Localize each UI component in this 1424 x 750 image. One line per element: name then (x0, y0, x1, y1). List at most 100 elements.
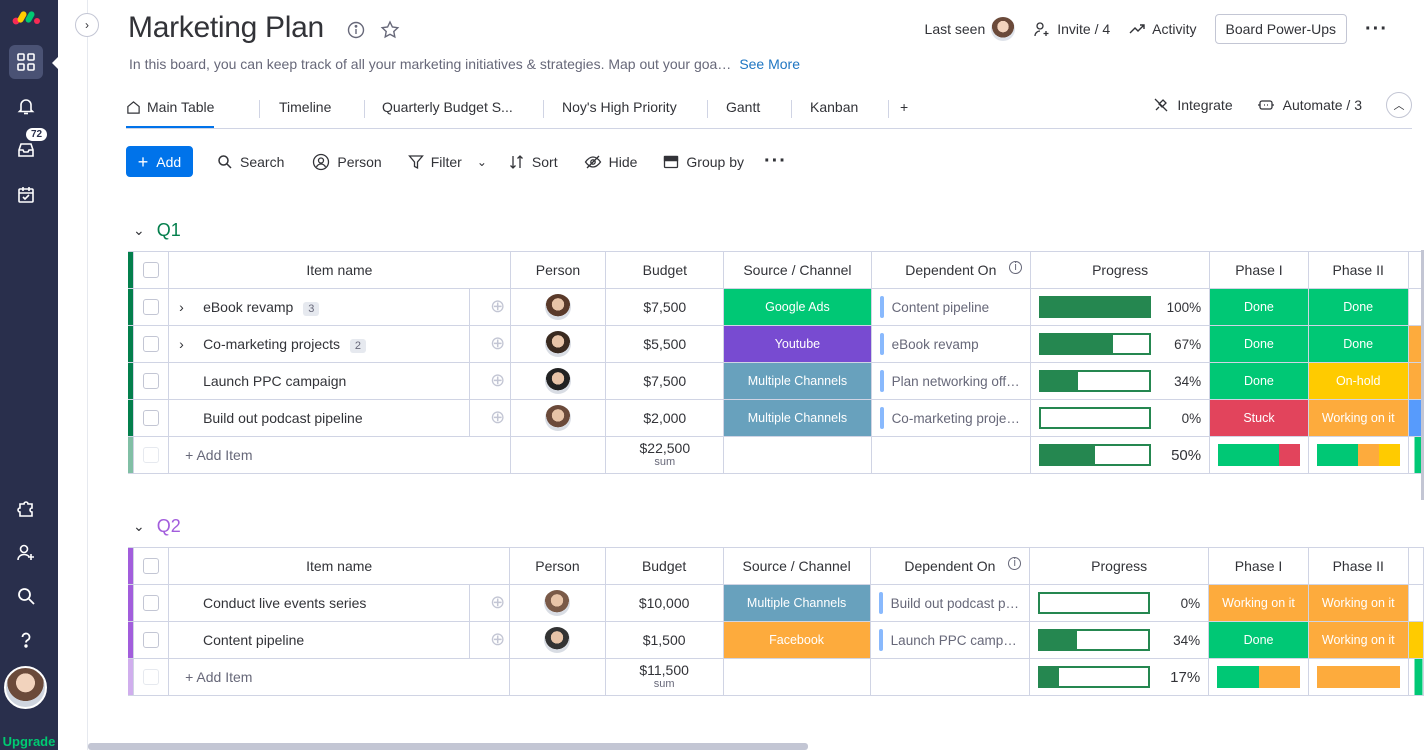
item-name-cell[interactable]: › Co-marketing projects 2 ⊕ (168, 325, 511, 363)
toolbar-more-icon[interactable]: ··· (764, 150, 787, 173)
header-budget[interactable]: Budget (604, 547, 724, 585)
phase-2-status[interactable]: Done (1307, 288, 1409, 326)
source-channel-label[interactable]: Multiple Channels (723, 362, 872, 400)
row-select-cell[interactable] (132, 621, 170, 659)
group-collapse-chevron-icon[interactable]: ⌄ (133, 518, 145, 535)
phase-1-status[interactable]: Done (1209, 288, 1309, 326)
header-dependent-on[interactable]: Dependent On i (870, 251, 1032, 289)
phase-1-status[interactable]: Done (1209, 362, 1309, 400)
add-update-icon[interactable]: ⊕ (469, 289, 505, 325)
item-name-cell[interactable]: Launch PPC campaign ⊕ (168, 362, 511, 400)
person-cell[interactable] (509, 584, 606, 622)
add-update-icon[interactable]: ⊕ (469, 585, 505, 621)
phase-1-status[interactable]: Stuck (1209, 399, 1309, 437)
dependent-on-cell[interactable]: Build out podcast p… (869, 584, 1031, 622)
header-source-channel[interactable]: Source / Channel (723, 251, 872, 289)
see-more-link[interactable]: See More (739, 56, 800, 72)
item-name[interactable]: Launch PPC campaign (203, 373, 346, 389)
board-power-ups-button[interactable]: Board Power-Ups (1214, 14, 1348, 44)
search-icon[interactable] (9, 579, 43, 613)
add-item-input[interactable]: + Add Item (168, 436, 511, 474)
item-name[interactable]: Content pipeline (203, 632, 304, 648)
tab-gantt[interactable]: Gantt (726, 99, 760, 115)
item-name[interactable]: Conduct live events series (203, 595, 366, 611)
item-name[interactable]: Co-marketing projects (203, 336, 340, 352)
row-select-cell[interactable] (132, 288, 170, 326)
tab-timeline[interactable]: Timeline (279, 99, 331, 115)
header-item-name[interactable]: Item name (168, 547, 511, 585)
header-phase-1[interactable]: Phase I (1209, 251, 1309, 289)
notifications-bell-icon[interactable] (9, 89, 43, 123)
chevron-down-icon[interactable]: ⌄ (477, 155, 487, 169)
row-checkbox[interactable] (143, 410, 160, 426)
budget-cell[interactable]: $2,000 (605, 399, 725, 437)
header-dependent-on[interactable]: Dependent On i (869, 547, 1031, 585)
dependent-on-cell[interactable]: Launch PPC camp… (869, 621, 1031, 659)
item-name-cell[interactable]: Conduct live events series ⊕ (168, 584, 511, 622)
column-info-icon[interactable]: i (1009, 261, 1023, 274)
add-view-button[interactable]: + (900, 99, 908, 115)
table-row[interactable]: › Co-marketing projects 2 ⊕ $5,500 Youtu… (128, 325, 1424, 363)
phase-2-status[interactable]: On-hold (1307, 362, 1409, 400)
phase-1-status[interactable]: Done (1209, 325, 1309, 363)
tab-noys-high-priority[interactable]: Noy's High Priority (562, 99, 677, 115)
header-phase-2[interactable]: Phase II (1307, 547, 1409, 585)
phase-2-status[interactable]: Working on it (1307, 584, 1409, 622)
header-progress[interactable]: Progress (1030, 251, 1211, 289)
phase-2-status[interactable]: Done (1307, 325, 1409, 363)
add-update-icon[interactable]: ⊕ (469, 400, 505, 436)
tab-quarterly-budget[interactable]: Quarterly Budget S... (382, 99, 513, 115)
person-cell[interactable] (509, 362, 607, 400)
sort-button[interactable]: Sort (509, 154, 558, 170)
item-name-cell[interactable]: › eBook revamp 3 ⊕ (168, 288, 511, 326)
budget-cell[interactable]: $7,500 (605, 288, 725, 326)
select-all-checkbox[interactable] (143, 262, 160, 278)
dependent-on-cell[interactable]: Co-marketing proje… (870, 399, 1032, 437)
group-header[interactable]: ⌄ Q1 (133, 220, 181, 241)
group-title[interactable]: Q2 (157, 516, 181, 537)
add-item-button[interactable]: + Add (126, 146, 193, 177)
row-checkbox[interactable] (143, 632, 160, 648)
row-checkbox[interactable] (143, 373, 160, 389)
dependent-on-cell[interactable]: eBook revamp (870, 325, 1032, 363)
group-by-button[interactable]: Group by (663, 154, 744, 170)
person-cell[interactable] (509, 621, 606, 659)
more-options-icon[interactable]: ··· (1365, 18, 1388, 41)
source-channel-label[interactable]: Multiple Channels (722, 584, 871, 622)
automate-button[interactable]: Automate / 3 (1257, 97, 1362, 113)
budget-cell[interactable]: $5,500 (605, 325, 725, 363)
item-name-cell[interactable]: Build out podcast pipeline ⊕ (168, 399, 511, 437)
item-name-cell[interactable]: Content pipeline ⊕ (168, 621, 511, 659)
filter-button[interactable]: Filter ⌄ (407, 154, 487, 170)
monday-logo[interactable] (10, 6, 42, 30)
last-seen[interactable]: Last seen (925, 17, 1016, 41)
budget-cell[interactable]: $7,500 (605, 362, 725, 400)
horizontal-scrollbar[interactable] (88, 743, 808, 750)
upgrade-link[interactable]: Upgrade (0, 734, 58, 749)
source-channel-label[interactable]: Facebook (722, 621, 871, 659)
invite-members-icon[interactable] (9, 535, 43, 569)
source-channel-label[interactable]: Multiple Channels (723, 399, 872, 437)
table-row[interactable]: Content pipeline ⊕ $1,500 Facebook Launc… (128, 621, 1424, 659)
search-button[interactable]: Search (217, 154, 284, 170)
my-work-calendar-icon[interactable] (9, 178, 43, 212)
add-update-icon[interactable]: ⊕ (469, 622, 505, 658)
help-icon[interactable] (9, 623, 43, 657)
user-avatar[interactable] (4, 666, 47, 709)
select-all-checkbox[interactable] (143, 558, 160, 574)
dependent-on-cell[interactable]: Plan networking off… (870, 362, 1032, 400)
table-row[interactable]: Build out podcast pipeline ⊕ $2,000 Mult… (128, 399, 1424, 437)
dependent-on-cell[interactable]: Content pipeline (870, 288, 1032, 326)
phase-1-status[interactable]: Working on it (1208, 584, 1309, 622)
workspace-grid-icon[interactable] (9, 45, 43, 79)
select-all-cell[interactable] (132, 547, 170, 585)
header-person[interactable]: Person (509, 251, 607, 289)
item-name[interactable]: Build out podcast pipeline (203, 410, 363, 426)
column-info-icon[interactable]: i (1008, 557, 1022, 570)
phase-2-status[interactable]: Working on it (1307, 399, 1409, 437)
tab-main-table[interactable]: Main Table (126, 99, 215, 128)
group-header[interactable]: ⌄ Q2 (133, 516, 181, 537)
collapse-header-chevron-up-icon[interactable]: ︿ (1386, 92, 1412, 118)
phase-1-status[interactable]: Done (1208, 621, 1309, 659)
add-update-icon[interactable]: ⊕ (469, 326, 505, 362)
